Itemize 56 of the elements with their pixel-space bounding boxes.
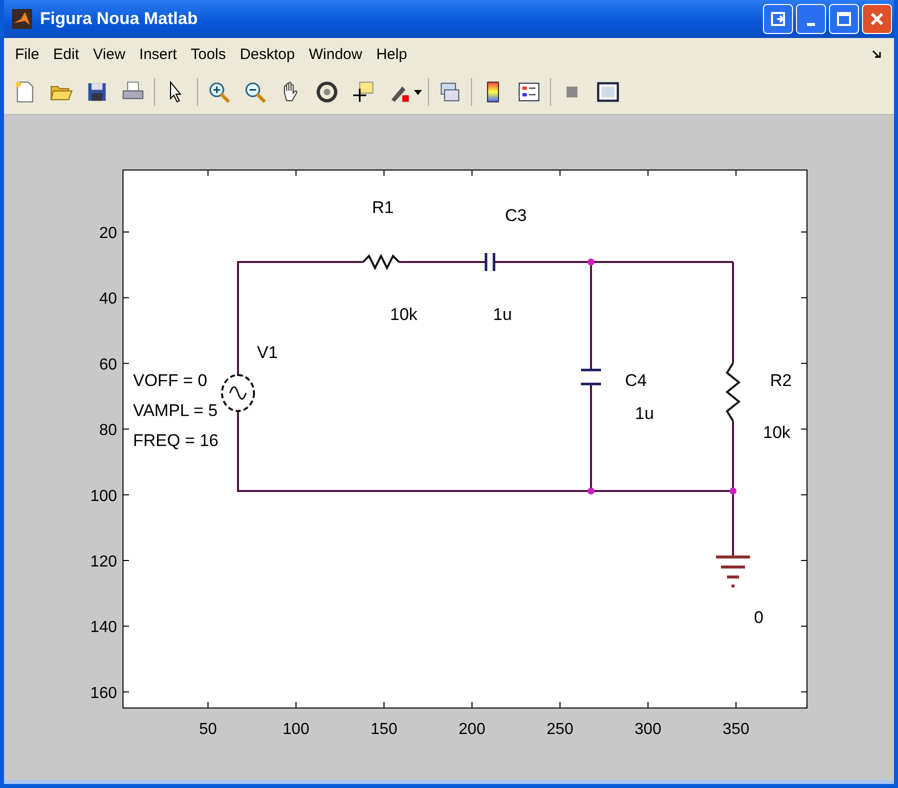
minimize-button[interactable] [796,4,826,34]
resistor-symbol [725,362,741,422]
x-tick-label: 100 [282,721,310,738]
capacitor-symbol [484,253,496,271]
x-tick-label: 150 [370,721,398,738]
y-tick-label: 80 [99,422,117,440]
component-label: R2 [770,371,792,390]
menu-item[interactable]: Window [304,44,368,64]
x-tick-label: 200 [458,721,486,738]
y-tick-label: 140 [90,619,117,636]
component-label: V1 [257,343,278,362]
y-tick-label: 60 [99,356,117,374]
y-tick-label: 100 [90,488,117,505]
ac-source-symbol [221,374,255,412]
menu-item[interactable]: Insert [134,44,182,64]
menu-item[interactable]: File [10,44,44,64]
junction-dot [730,488,736,494]
component-value: 10k [763,423,790,442]
menu-item[interactable]: Desktop [234,44,300,64]
maximize-icon [834,9,854,29]
menu-item[interactable]: Help [371,44,412,64]
menu-item[interactable]: Edit [48,44,84,64]
resistor-symbol [362,254,400,270]
menu-item[interactable]: View [88,44,130,64]
close-button[interactable] [862,4,892,34]
y-tick-label: 120 [90,554,117,570]
x-tick-label: 250 [546,721,574,738]
caret-icon[interactable] [414,90,422,94]
x-tick-label: 50 [199,721,217,738]
y-tick-label: 40 [99,290,117,308]
minimize-icon [807,22,815,26]
source-parameter: FREQ = 16 [133,431,219,450]
source-parameter: VAMPL = 5 [133,401,218,420]
junction-dot [588,258,594,266]
component-value: 10k [390,305,418,324]
y-tick-label: 20 [99,225,117,242]
app-logo-icon [12,9,32,29]
ground-symbol [716,556,750,588]
x-tick-label: 350 [722,721,750,738]
window-title: Figura Noua Matlab [40,9,198,29]
source-parameter: VOFF = 0 [133,371,208,390]
component-label: 0 [754,608,764,627]
component-label: C4 [625,371,647,390]
x-tick-label: 300 [634,721,662,738]
dock-icon [768,9,788,29]
capacitor-symbol [581,368,601,386]
dock-button[interactable] [763,4,793,34]
y-tick-label: 160 [90,684,117,702]
dock-arrow-icon[interactable] [872,49,882,59]
component-value: 1u [635,404,654,423]
junction-dot [588,488,594,494]
menu-item[interactable]: Tools [186,44,231,64]
component-value: 1u [493,305,512,324]
component-label: R1 [372,198,394,217]
component-label: C3 [505,206,527,225]
maximize-button[interactable] [829,4,859,34]
